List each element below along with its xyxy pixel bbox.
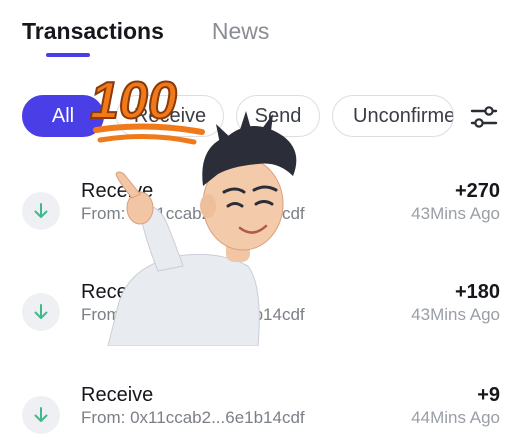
filter-send-chip[interactable]: Send [236, 95, 320, 137]
filter-receive-chip[interactable]: Receive [116, 95, 224, 137]
transaction-amount: +180 [454, 281, 500, 303]
transaction-time: 44Mins Ago [411, 408, 500, 427]
transaction-time: 43Mins Ago [411, 204, 500, 223]
arrow-down-icon [22, 192, 60, 230]
transaction-amount: +9 [477, 384, 500, 406]
filter-chips: All Receive Send Unconfirmed [22, 95, 454, 137]
transaction-row[interactable]: Receive From: 0x11ccab2...6e1b14cdf +180… [22, 281, 500, 353]
arrow-down-icon [22, 293, 60, 331]
transaction-from: From: 0x11ccab2...6e1b14cdf [81, 204, 305, 223]
transaction-time: 43Mins Ago [411, 305, 500, 324]
tab-news[interactable]: News [212, 18, 270, 59]
transaction-amount: +270 [454, 180, 500, 202]
arrow-down-icon [22, 396, 60, 434]
tab-transactions[interactable]: Transactions [22, 18, 164, 59]
filter-unconfirmed-chip[interactable]: Unconfirmed [332, 95, 454, 137]
transaction-from: From: 0x11ccab2...6e1b14cdf [81, 408, 305, 427]
transaction-title: Receive [81, 180, 154, 202]
transaction-row[interactable]: Receive From: 0x11ccab2...6e1b14cdf +9 4… [22, 384, 500, 447]
transaction-title: Receive [81, 384, 154, 406]
filter-all-chip[interactable]: All [22, 95, 104, 137]
active-tab-indicator [46, 53, 90, 57]
transaction-from: From: 0x11ccab2...6e1b14cdf [81, 305, 305, 324]
transactions-screen: Transactions News All Receive Send Uncon… [0, 0, 532, 447]
transaction-row[interactable]: Receive From: 0x11ccab2...6e1b14cdf +270… [22, 180, 500, 252]
sliders-icon[interactable] [470, 104, 498, 130]
transaction-title: Receive [81, 281, 154, 303]
